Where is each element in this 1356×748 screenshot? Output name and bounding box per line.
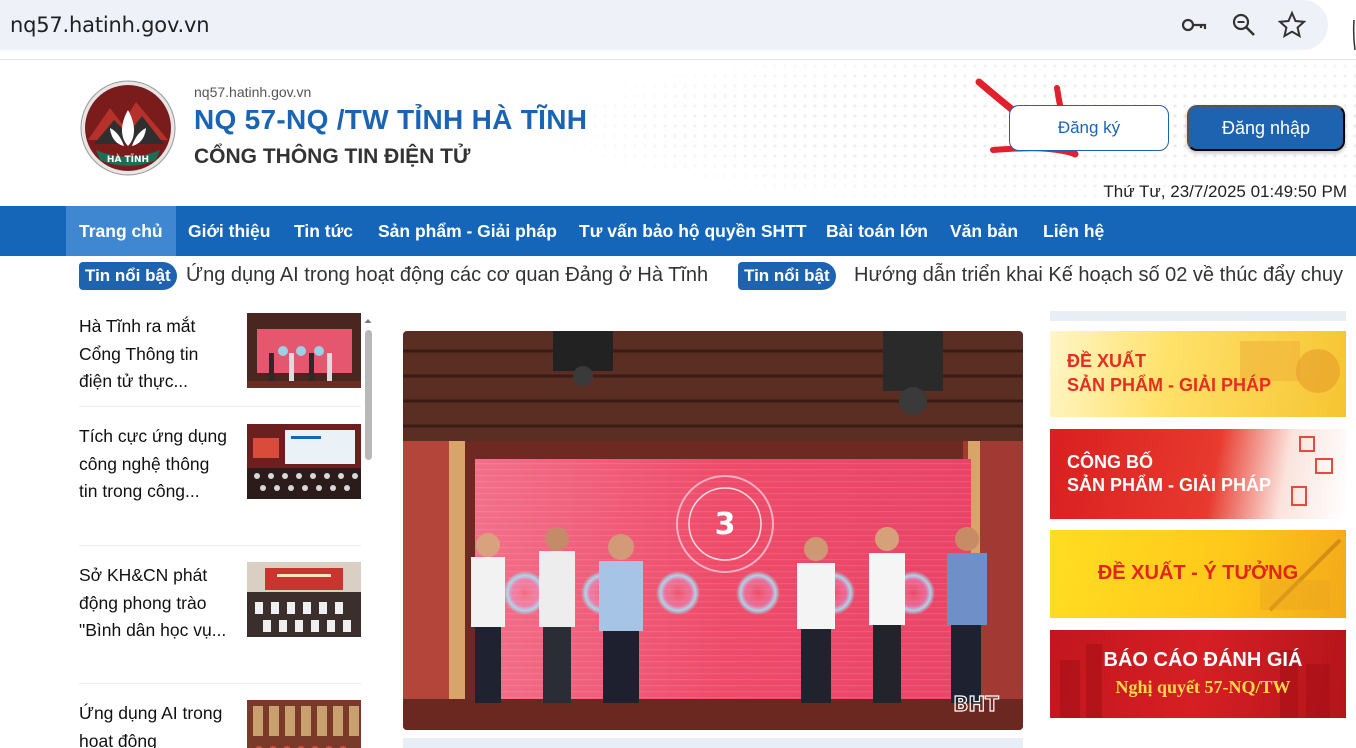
image-watermark: BHT [953, 692, 999, 716]
browser-toolbar: nq57.hatinh.gov.vn [0, 0, 1356, 60]
key-icon[interactable] [1179, 10, 1209, 40]
ticker-link[interactable]: Ứng dụng AI trong hoạt động các cơ quan … [186, 264, 708, 287]
banner-line-1: CÔNG BỐ [1067, 452, 1154, 472]
logo-text: HÀ TĨNH [107, 153, 149, 165]
banner-skyline-pattern [1060, 644, 1330, 718]
browser-edge-decoration [1352, 19, 1356, 50]
banner-line-1: ĐỀ XUẤT [1067, 351, 1147, 371]
hatinh-logo[interactable]: HÀ TĨNH [80, 80, 176, 176]
banner-propose-solution[interactable]: ĐỀ XUẤT SẢN PHẨM - GIẢI PHÁP [1050, 331, 1346, 417]
list-item[interactable]: Hà Tĩnh ra mắt Cổng Thông tin điện tử th… [79, 312, 361, 407]
news-title[interactable]: Tích cực ứng dụng công nghệ thông tin tr… [79, 423, 229, 506]
banner-propose-idea[interactable]: ĐỀ XUẤT - Ý TƯỞNG [1050, 530, 1346, 618]
banner-illustration [1291, 436, 1333, 506]
site-header: HÀ TĨNH nq57.hatinh.gov.vn NQ 57-NQ /TW … [0, 61, 1356, 206]
login-button[interactable]: Đăng nhập [1187, 105, 1345, 151]
star-icon[interactable] [1277, 10, 1307, 40]
news-thumbnail[interactable] [247, 313, 361, 388]
nav-item-big-problems[interactable]: Bài toán lớn [813, 206, 941, 256]
list-item[interactable]: Sở KH&CN phát động phong trào "Bình dân … [79, 546, 361, 684]
ticker-badge: Tin nổi bật [79, 262, 177, 290]
scroll-up-icon[interactable] [363, 316, 373, 326]
nav-item-news[interactable]: Tin tức [281, 206, 366, 256]
nav-item-ip-consulting[interactable]: Tư vấn bảo hộ quyền SHTT [566, 206, 820, 256]
news-title[interactable]: Ứng dụng AI trong hoạt động [79, 700, 229, 748]
featured-image[interactable]: 3 BHT [403, 331, 1023, 730]
news-thumbnail[interactable] [247, 562, 361, 637]
banner-top-strip [1050, 311, 1346, 321]
countdown-number: 3 [715, 507, 736, 542]
banner-line-2: SẢN PHẨM - GIẢI PHÁP [1067, 375, 1272, 395]
nav-item-contact[interactable]: Liên hệ [1030, 206, 1117, 256]
nav-item-products[interactable]: Sản phẩm - Giải pháp [365, 206, 570, 256]
main-nav: Trang chủ Giới thiệu Tin tức Sản phẩm - … [0, 206, 1356, 256]
page: nq57.hatinh.gov.vn HÀ TĨNH nq57.hatinh.g… [0, 0, 1356, 748]
ticker-link[interactable]: Hướng dẫn triển khai Kế hoạch số 02 về t… [854, 264, 1343, 287]
nav-item-home[interactable]: Trang chủ [66, 206, 176, 256]
list-scrollbar[interactable] [365, 330, 372, 460]
banner-line-1: BÁO CÁO ĐÁNH GIÁ [1103, 649, 1303, 671]
news-thumbnail[interactable] [247, 700, 361, 748]
news-list: Hà Tĩnh ra mắt Cổng Thông tin điện tử th… [79, 312, 361, 748]
banner-line-2: Nghị quyết 57-NQ/TW [1115, 677, 1291, 697]
zoom-icon[interactable] [1229, 10, 1259, 40]
site-subtitle: CỔNG THÔNG TIN ĐIỆN TỬ [194, 145, 471, 168]
banner-line-1: ĐỀ XUẤT - Ý TƯỞNG [1097, 562, 1299, 584]
news-title[interactable]: Hà Tĩnh ra mắt Cổng Thông tin điện tử th… [79, 313, 229, 396]
banner-line-2: SẢN PHẨM - GIẢI PHÁP [1067, 475, 1272, 495]
featured-caption-bar [403, 738, 1023, 748]
news-ticker: Tin nổi bật Ứng dụng AI trong hoạt động … [0, 256, 1356, 298]
list-item[interactable]: Tích cực ứng dụng công nghệ thông tin tr… [79, 407, 361, 546]
address-bar[interactable]: nq57.hatinh.gov.vn [0, 0, 1328, 50]
register-button[interactable]: Đăng ký [1009, 105, 1169, 151]
ticker-badge: Tin nổi bật [738, 262, 836, 290]
list-item[interactable]: Ứng dụng AI trong hoạt động [79, 684, 361, 748]
news-title[interactable]: Sở KH&CN phát động phong trào "Bình dân … [79, 562, 229, 645]
site-title[interactable]: NQ 57-NQ /TW TỈNH HÀ TĨNH [194, 104, 587, 136]
banner-announce-solution[interactable]: CÔNG BỐ SẢN PHẨM - GIẢI PHÁP [1050, 429, 1346, 519]
news-thumbnail[interactable] [247, 424, 361, 499]
banner-illustration [1240, 341, 1340, 393]
address-url[interactable]: nq57.hatinh.gov.vn [10, 13, 210, 37]
current-datetime: Thứ Tư, 23/7/2025 01:49:50 PM [1103, 182, 1347, 201]
header-domain: nq57.hatinh.gov.vn [194, 84, 312, 100]
banner-evaluation-report[interactable]: BÁO CÁO ĐÁNH GIÁ Nghị quyết 57-NQ/TW [1050, 630, 1346, 718]
nav-item-about[interactable]: Giới thiệu [175, 206, 283, 256]
nav-item-documents[interactable]: Văn bản [937, 206, 1031, 256]
